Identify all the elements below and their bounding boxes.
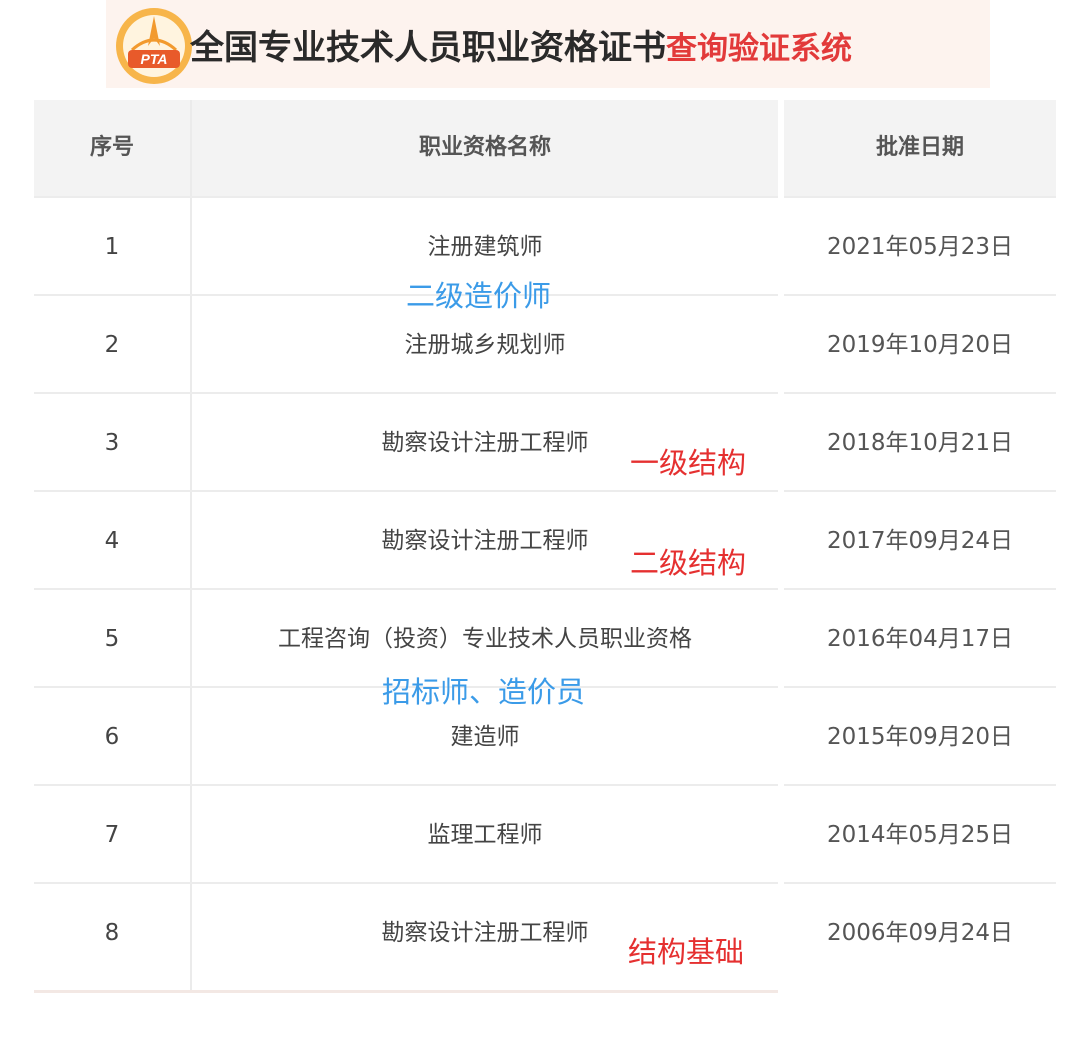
date-row: 2017年09月24日 xyxy=(784,490,1056,590)
table-header: 序号 职业资格名称 xyxy=(34,100,778,196)
date-table-header: 批准日期 xyxy=(784,100,1056,196)
row-seq: 6 xyxy=(104,724,120,750)
row-seq: 8 xyxy=(104,920,120,946)
date-row: 2021年05月23日 xyxy=(784,196,1056,296)
annotation-bidding-cost: 招标师、造价员 xyxy=(382,675,586,709)
row-date: 2016年04月17日 xyxy=(826,626,1014,652)
row-name: 监理工程师 xyxy=(427,822,543,848)
page-title: 全国专业技术人员职业资格证书查询验证系统 xyxy=(190,24,852,72)
pta-logo: PTA xyxy=(116,8,192,84)
logo-text: PTA xyxy=(141,51,168,67)
row-seq: 2 xyxy=(104,332,120,358)
date-row: 2014年05月25日 xyxy=(784,784,1056,884)
annotation-level1-structure: 一级结构 xyxy=(630,446,747,480)
annotation-level2-cost-engineer: 二级造价师 xyxy=(406,279,552,313)
row-name: 工程咨询（投资）专业技术人员职业资格 xyxy=(278,626,692,652)
date-row: 2015年09月20日 xyxy=(784,686,1056,786)
row-seq: 7 xyxy=(104,822,120,848)
row-date: 2021年05月23日 xyxy=(826,234,1014,260)
row-seq: 4 xyxy=(104,528,120,554)
row-seq: 3 xyxy=(104,430,120,456)
row-date: 2006年09月24日 xyxy=(826,920,1014,946)
header-date: 批准日期 xyxy=(875,135,964,160)
annotation-structure-basics: 结构基础 xyxy=(628,935,745,969)
row-date: 2015年09月20日 xyxy=(826,724,1014,750)
row-date: 2014年05月25日 xyxy=(826,822,1014,848)
table-row: 7 监理工程师 xyxy=(34,784,778,884)
date-row: 2019年10月20日 xyxy=(784,294,1056,394)
date-table: 批准日期 2021年05月23日 2019年10月20日 2018年10月21日… xyxy=(784,100,1056,980)
annotation-level2-structure: 二级结构 xyxy=(630,546,747,580)
date-row: 2016年04月17日 xyxy=(784,588,1056,688)
row-seq: 5 xyxy=(104,626,120,652)
date-row: 2018年10月21日 xyxy=(784,392,1056,492)
row-seq: 1 xyxy=(104,234,120,260)
title-accent: 查询验证系统 xyxy=(666,31,852,67)
row-date: 2017年09月24日 xyxy=(826,528,1014,554)
header-seq: 序号 xyxy=(89,135,134,160)
table-row: 5 工程咨询（投资）专业技术人员职业资格 xyxy=(34,588,778,688)
date-row: 2006年09月24日 xyxy=(784,882,1056,982)
title-main: 全国专业技术人员职业资格证书 xyxy=(190,28,666,68)
row-date: 2019年10月20日 xyxy=(826,332,1014,358)
header-name: 职业资格名称 xyxy=(418,135,551,160)
row-date: 2018年10月21日 xyxy=(826,430,1014,456)
